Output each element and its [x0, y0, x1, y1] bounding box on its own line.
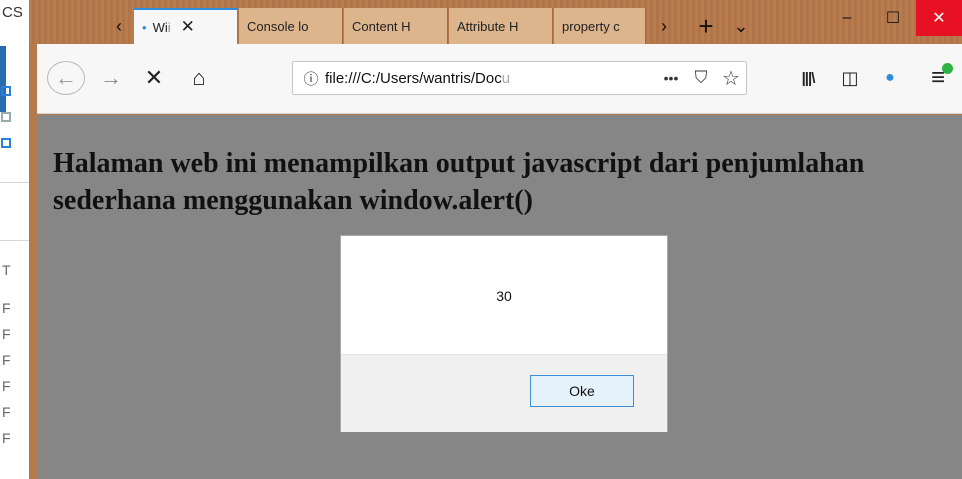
chevron-down-icon: ⌄	[733, 15, 749, 36]
background-list-item: F	[2, 404, 11, 420]
background-list-item: F	[2, 352, 11, 368]
page-heading: Halaman web ini menampilkan output javas…	[53, 148, 865, 216]
maximize-icon: ☐	[885, 10, 901, 27]
alert-message: 30	[496, 288, 512, 304]
tab-label: Console lo	[247, 18, 309, 34]
minimize-icon: –	[842, 9, 852, 26]
forward-arrow-icon: →	[100, 65, 122, 90]
alert-footer: Oke	[341, 354, 667, 432]
new-tab-button[interactable]: +	[689, 8, 723, 44]
stop-button[interactable]: ✕	[137, 61, 171, 95]
navigation-toolbar: ← → ✕ ⌂ ⓘ file:///C:/Users/wantris/Docu …	[37, 44, 962, 114]
background-list-item: T	[2, 262, 11, 278]
all-tabs-button[interactable]: ⌄	[726, 8, 756, 44]
menu-button[interactable]: ≡	[921, 61, 955, 95]
alert-dialog: 30 Oke	[340, 235, 668, 432]
tab-strip: ‹ • Wi i ✕ Console lo Content H Attribute…	[29, 0, 962, 44]
back-arrow-icon: ←	[55, 65, 77, 90]
minimize-button[interactable]: –	[824, 0, 870, 36]
tab-attribute-h[interactable]: Attribute H	[449, 8, 553, 44]
library-icon: |||\	[801, 69, 816, 87]
home-button[interactable]: ⌂	[182, 61, 216, 95]
ok-button[interactable]: Oke	[530, 375, 634, 407]
tab-property[interactable]: property c	[554, 8, 646, 44]
plus-icon: +	[698, 10, 714, 41]
grid-icon	[1, 138, 11, 148]
tab-label: Content H	[352, 18, 411, 34]
tab-label: Attribute H	[457, 18, 519, 34]
background-list-item: F	[2, 326, 11, 342]
sidebar-icon: ◫	[841, 67, 859, 88]
sidebar-button[interactable]: ◫	[833, 61, 867, 95]
page-content: Halaman web ini menampilkan output javas…	[37, 115, 962, 479]
pocket-icon[interactable]: ⛉	[686, 68, 716, 88]
grid-icon	[1, 112, 11, 122]
forward-button[interactable]: →	[95, 61, 127, 95]
tab-console-log[interactable]: Console lo	[239, 8, 343, 44]
stop-icon: ✕	[144, 65, 164, 90]
background-list-item: F	[2, 300, 11, 316]
close-icon: ✕	[932, 10, 946, 27]
maximize-button[interactable]: ☐	[870, 0, 916, 36]
grid-icon	[1, 86, 11, 96]
chevron-left-icon: ‹	[116, 15, 122, 36]
update-badge-icon	[942, 63, 953, 74]
extension-icon: ●	[885, 69, 895, 86]
extension-button[interactable]: ●	[873, 61, 907, 95]
background-list-item: F	[2, 378, 11, 394]
tab-close-icon[interactable]: ✕	[181, 17, 195, 37]
home-icon: ⌂	[192, 65, 206, 90]
browser-window: ‹ • Wi i ✕ Console lo Content H Attribute…	[29, 0, 962, 479]
chevron-right-icon: ›	[661, 15, 667, 36]
library-button[interactable]: |||\	[791, 61, 825, 95]
tab-label: property c	[562, 18, 620, 34]
tab-label: Wi	[152, 19, 168, 35]
background-window-title: CS	[2, 4, 23, 21]
tab-indicator-icon: •	[142, 19, 147, 35]
bookmark-star-icon[interactable]: ☆	[716, 66, 746, 91]
tab-scroll-right-button[interactable]: ›	[649, 8, 679, 44]
tab-content-h[interactable]: Content H	[344, 8, 448, 44]
info-icon[interactable]: ⓘ	[297, 68, 325, 89]
page-actions-icon[interactable]: •••	[656, 70, 686, 86]
url-text: file:///C:/Users/wantris/Docu	[325, 69, 511, 87]
url-bar[interactable]: ⓘ file:///C:/Users/wantris/Docu ••• ⛉ ☆	[292, 61, 747, 95]
tab-active[interactable]: • Wi i ✕	[134, 8, 237, 44]
background-window-accent	[0, 46, 6, 112]
tab-scroll-left-button[interactable]: ‹	[104, 8, 134, 44]
close-window-button[interactable]: ✕	[916, 0, 962, 36]
back-button[interactable]: ←	[47, 61, 85, 95]
background-list-item: F	[2, 430, 11, 446]
tab-label-fade: i	[167, 19, 171, 35]
